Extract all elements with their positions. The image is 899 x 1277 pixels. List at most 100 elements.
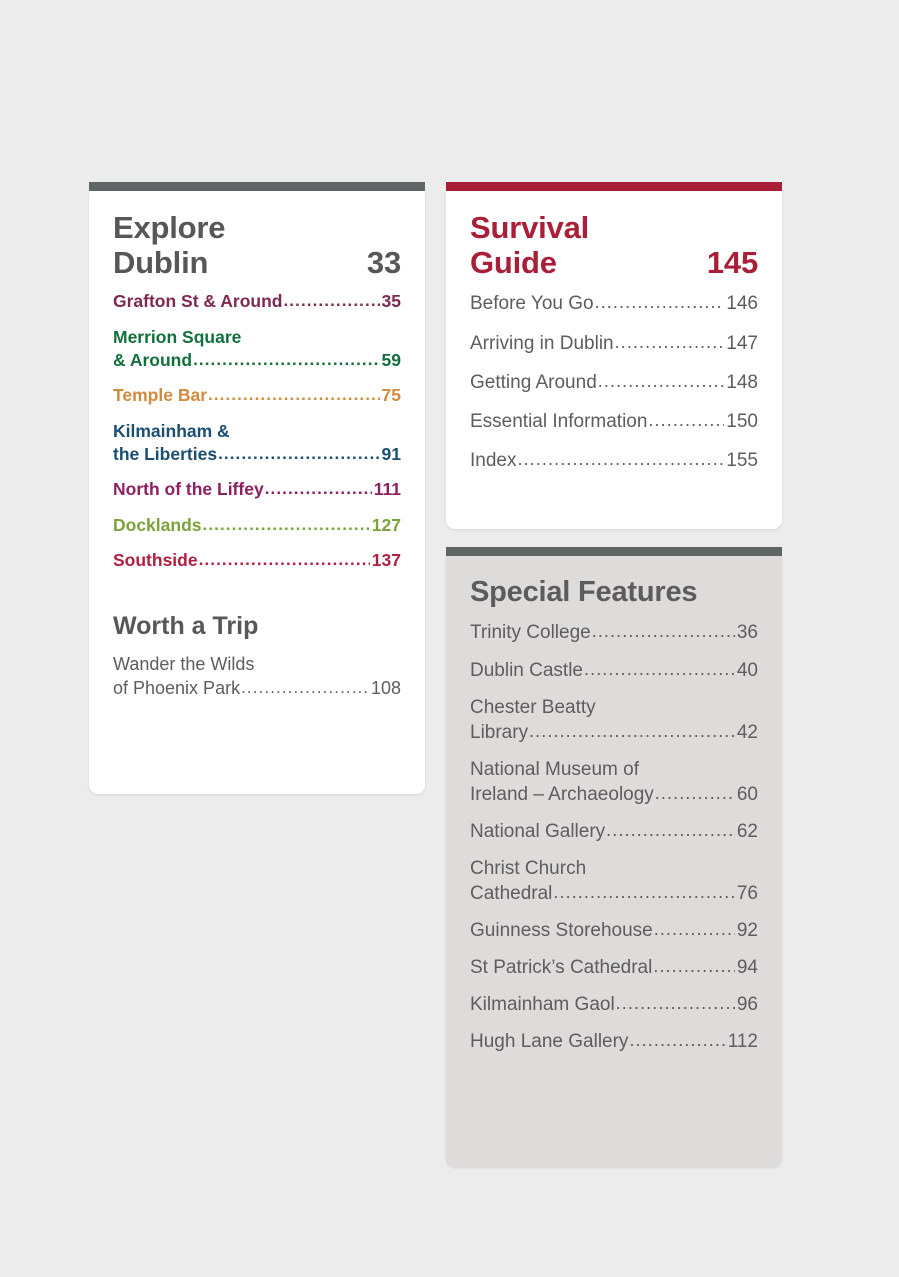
toc-item[interactable]: Getting Around..........................… xyxy=(470,363,758,402)
toc-item[interactable]: Trinity College.........................… xyxy=(470,614,758,651)
toc-page-number: 75 xyxy=(381,385,401,406)
toc-dot-leader: ........................................… xyxy=(584,658,735,679)
survival-card-body: Survival Guide 145 Before You Go........… xyxy=(446,191,782,529)
toc-page-number: 111 xyxy=(373,479,401,500)
toc-dot-leader: ........................................… xyxy=(208,385,380,405)
toc-item[interactable]: Kilmainham & the Liberties...............… xyxy=(113,414,401,473)
toc-page-number: 150 xyxy=(726,410,758,432)
toc-page-number: 36 xyxy=(736,622,758,644)
toc-item[interactable]: Southside...............................… xyxy=(113,543,401,578)
toc-item[interactable]: Before You Go...........................… xyxy=(470,284,758,323)
toc-page-number: 96 xyxy=(736,994,758,1016)
toc-line: Kilmainham Gaol.........................… xyxy=(470,992,758,1017)
toc-label: Cathedral xyxy=(470,883,553,905)
toc-dot-leader: ........................................… xyxy=(614,331,725,352)
special-accent-bar xyxy=(446,547,782,556)
toc-item[interactable]: Essential Information...................… xyxy=(470,402,758,441)
toc-line: Trinity College.........................… xyxy=(470,620,758,645)
toc-dot-leader: ........................................… xyxy=(597,370,725,391)
toc-label: Hugh Lane Gallery xyxy=(470,1031,629,1053)
survival-title-line2-row: Guide 145 xyxy=(470,244,758,281)
toc-line: Southside...............................… xyxy=(113,549,401,572)
toc-label: of Phoenix Park xyxy=(113,678,241,699)
toc-page-number: 127 xyxy=(371,514,401,535)
card-explore-dublin: Explore Dublin 33 Grafton St & Around...… xyxy=(89,182,425,794)
toc-line: & Around................................… xyxy=(113,349,401,372)
toc-page-number: 137 xyxy=(371,550,401,571)
toc-item[interactable]: Grafton St & Around.....................… xyxy=(113,284,401,319)
toc-item[interactable]: National Gallery........................… xyxy=(470,813,758,850)
toc-page-number: 40 xyxy=(736,659,758,681)
toc-page-number: 42 xyxy=(736,721,758,743)
toc-label: Guinness Storehouse xyxy=(470,920,653,942)
toc-item[interactable]: North of the Liffey.....................… xyxy=(113,472,401,507)
worth-a-trip-item[interactable]: Wander the Wilds of Phoenix Park.........… xyxy=(113,646,401,707)
toc-item[interactable]: Temple Bar..............................… xyxy=(113,378,401,413)
toc-page-number: 155 xyxy=(726,449,758,471)
toc-dot-leader: ........................................… xyxy=(615,993,735,1014)
toc-line: North of the Liffey.....................… xyxy=(113,478,401,501)
toc-dot-leader: ........................................… xyxy=(594,292,725,313)
toc-dot-leader: ........................................… xyxy=(241,678,369,698)
toc-item[interactable]: National Museum of Ireland – Archaeology.… xyxy=(470,751,758,813)
special-card-body: Special Features Trinity College........… xyxy=(446,556,782,1167)
toc-label: Index xyxy=(470,449,517,471)
survival-title-line2: Guide xyxy=(470,244,557,280)
toc-line: Hugh Lane Gallery.......................… xyxy=(470,1029,758,1054)
toc-dot-leader: ........................................… xyxy=(202,514,370,534)
toc-item[interactable]: Docklands...............................… xyxy=(113,508,401,543)
toc-item[interactable]: Arriving in Dublin......................… xyxy=(470,324,758,363)
toc-item[interactable]: Christ Church Cathedral..................… xyxy=(470,850,758,912)
toc-page-number: 91 xyxy=(381,443,401,464)
toc-page-number: 94 xyxy=(736,957,758,979)
toc-page-number: 35 xyxy=(381,291,401,312)
toc-page-number: 92 xyxy=(736,920,758,942)
toc-page-number: 76 xyxy=(736,883,758,905)
toc-item[interactable]: Merrion Square & Around..................… xyxy=(113,320,401,379)
explore-heading: Explore Dublin 33 xyxy=(113,210,401,281)
toc-dot-leader: ........................................… xyxy=(529,720,735,741)
toc-dot-leader: ........................................… xyxy=(591,621,735,642)
toc-line: Grafton St & Around.....................… xyxy=(113,290,401,313)
toc-item[interactable]: Guinness Storehouse.....................… xyxy=(470,912,758,949)
toc-line: Ireland – Archaeology...................… xyxy=(470,782,758,807)
toc-item[interactable]: Index...................................… xyxy=(470,441,758,480)
toc-line: National Gallery........................… xyxy=(470,819,758,844)
toc-dot-leader: ........................................… xyxy=(517,448,724,469)
card-special-features: Special Features Trinity College........… xyxy=(446,547,782,1167)
survival-title-line1: Survival xyxy=(470,210,590,245)
toc-item[interactable]: Hugh Lane Gallery.......................… xyxy=(470,1023,758,1060)
toc-item[interactable]: Chester Beatty Library...................… xyxy=(470,689,758,751)
toc-line: Temple Bar..............................… xyxy=(113,384,401,407)
toc-line: the Liberties...........................… xyxy=(113,443,401,466)
toc-label: North of the Liffey xyxy=(113,479,264,500)
toc-item[interactable]: Kilmainham Gaol.........................… xyxy=(470,986,758,1023)
toc-page-number: 112 xyxy=(727,1031,758,1053)
toc-line: Docklands...............................… xyxy=(113,514,401,537)
toc-dot-leader: ........................................… xyxy=(654,782,735,803)
toc-label: Kilmainham Gaol xyxy=(470,994,615,1016)
toc-page-number: 146 xyxy=(726,293,758,315)
toc-dot-leader: ........................................… xyxy=(264,479,372,499)
left-column: Explore Dublin 33 Grafton St & Around...… xyxy=(89,182,425,794)
explore-title-line1: Explore xyxy=(113,210,226,245)
toc-line: Dublin Castle...........................… xyxy=(470,658,758,683)
toc-label: St Patrick’s Cathedral xyxy=(470,957,653,979)
toc-line: of Phoenix Park.........................… xyxy=(113,676,401,701)
toc-label-line1: Wander the Wilds xyxy=(113,654,255,675)
toc-line: Cathedral...............................… xyxy=(470,881,758,906)
toc-line: Library.................................… xyxy=(470,720,758,745)
survival-toc-list: Before You Go...........................… xyxy=(470,284,758,479)
explore-accent-bar xyxy=(89,182,425,191)
explore-title-line2-row: Dublin 33 xyxy=(113,245,401,281)
toc-label: Arriving in Dublin xyxy=(470,332,614,354)
toc-item[interactable]: Dublin Castle...........................… xyxy=(470,652,758,689)
contents-page: Explore Dublin 33 Grafton St & Around...… xyxy=(0,0,899,1277)
toc-label: Southside xyxy=(113,550,198,571)
toc-label-line1: Merrion Square xyxy=(113,326,242,347)
toc-page-number: 147 xyxy=(726,332,758,354)
toc-item[interactable]: St Patrick’s Cathedral..................… xyxy=(470,949,758,986)
toc-label: Docklands xyxy=(113,514,202,535)
toc-label: National Gallery xyxy=(470,820,606,842)
special-features-heading: Special Features xyxy=(470,576,698,608)
